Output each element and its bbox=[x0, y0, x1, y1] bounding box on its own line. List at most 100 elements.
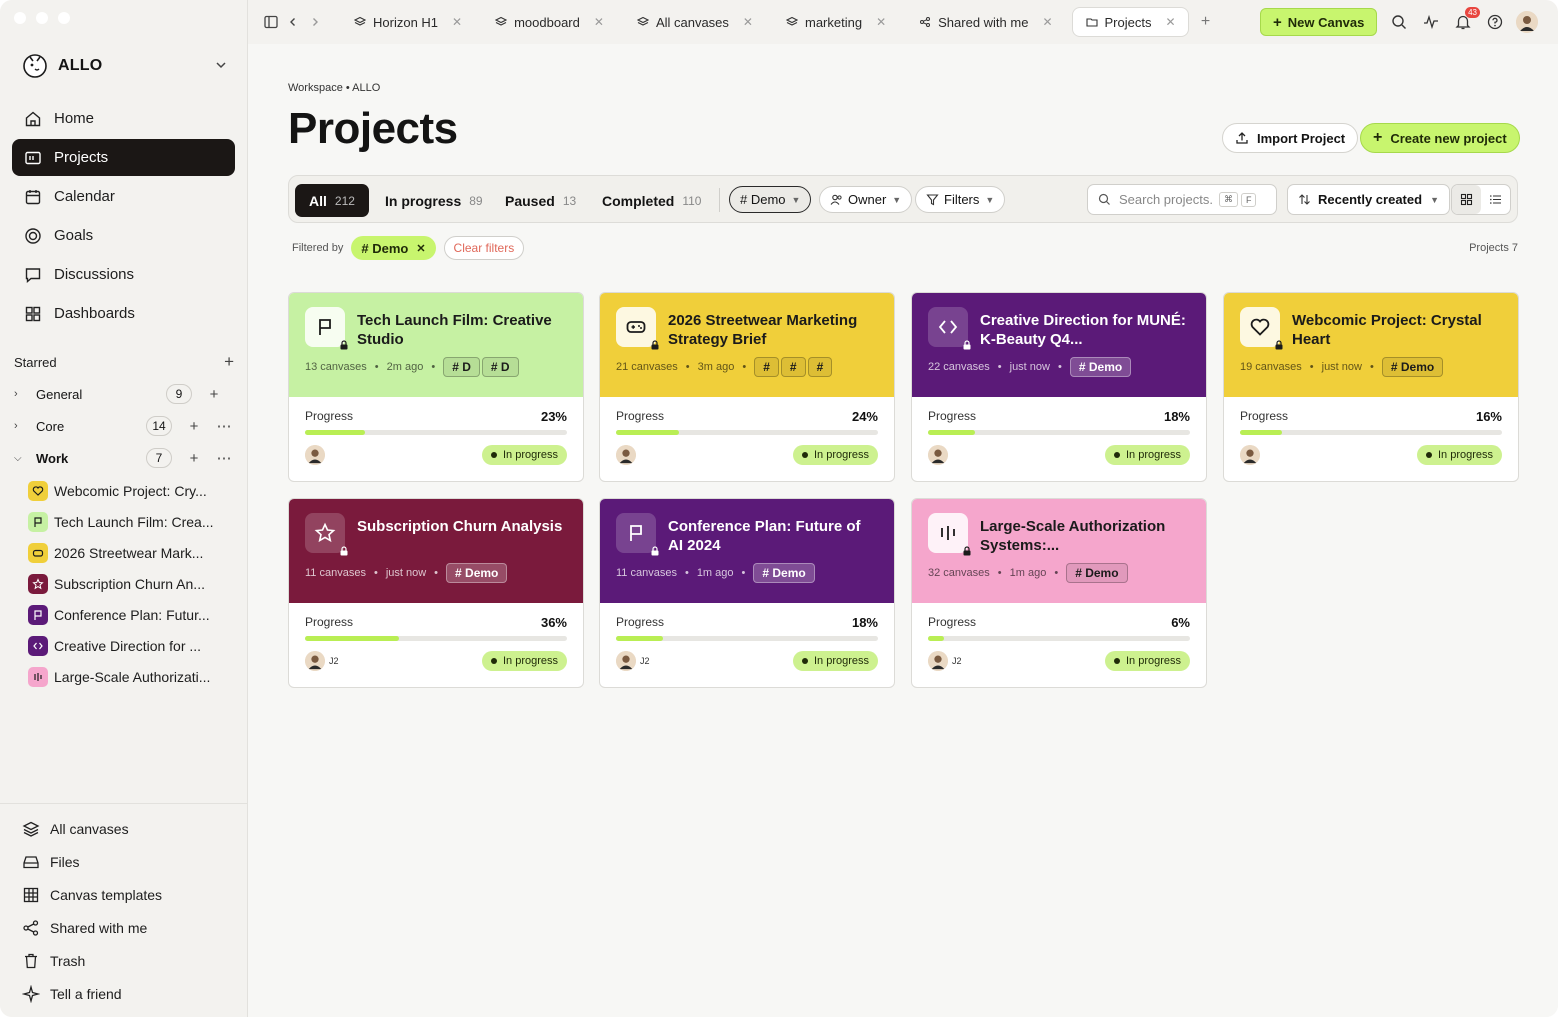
project-card[interactable]: Tech Launch Film: Creative Studio 13 can… bbox=[288, 292, 584, 482]
project-card[interactable]: Creative Direction for MUNÉ: K-Beauty Q4… bbox=[911, 292, 1207, 482]
sidebar-toggle-icon[interactable] bbox=[260, 11, 282, 33]
close-tab-icon[interactable]: ✕ bbox=[876, 15, 886, 29]
nav-item-discussions[interactable]: Discussions bbox=[12, 256, 235, 293]
add-starred-icon[interactable]: + bbox=[224, 352, 234, 372]
nav-item-home[interactable]: Home bbox=[12, 100, 235, 137]
status-badge[interactable]: In progress bbox=[481, 445, 567, 465]
project-card[interactable]: 2026 Streetwear Marketing Strategy Brief… bbox=[599, 292, 895, 482]
nav-item-goals[interactable]: Goals bbox=[12, 217, 235, 254]
owner-avatar[interactable] bbox=[1240, 445, 1260, 465]
maximize-window-button[interactable] bbox=[58, 12, 70, 24]
tab-horizon-h1[interactable]: Horizon H1 ✕ bbox=[340, 7, 475, 37]
starred-project-item[interactable]: Subscription Churn An... bbox=[28, 572, 228, 596]
clear-filters-button[interactable]: Clear filters bbox=[443, 236, 525, 260]
nav-item-canvas-templates[interactable]: Canvas templates bbox=[0, 878, 248, 911]
project-tag[interactable]: # Demo bbox=[1069, 357, 1132, 377]
status-badge[interactable]: In progress bbox=[481, 651, 567, 671]
add-icon[interactable]: + bbox=[186, 418, 202, 435]
status-badge[interactable]: In progress bbox=[792, 651, 878, 671]
starred-project-item[interactable]: Conference Plan: Futur... bbox=[28, 603, 228, 627]
owner-avatar[interactable] bbox=[928, 445, 948, 465]
sort-dropdown[interactable]: Recently created ▼ bbox=[1287, 184, 1450, 215]
search-icon[interactable] bbox=[1388, 11, 1410, 33]
starred-group-work[interactable]: ⌵ Work 7 + ⋯ bbox=[14, 446, 236, 470]
nav-item-files[interactable]: Files bbox=[0, 845, 248, 878]
nav-item-shared-with-me[interactable]: Shared with me bbox=[0, 911, 248, 944]
project-tag[interactable]: # bbox=[807, 357, 833, 377]
workspace-switcher[interactable]: ALLO bbox=[20, 50, 230, 82]
close-tab-icon[interactable]: ✕ bbox=[452, 15, 462, 29]
segment-paused[interactable]: Paused 13 bbox=[491, 184, 590, 217]
status-badge[interactable]: In progress bbox=[1416, 445, 1502, 465]
status-badge[interactable]: In progress bbox=[1104, 445, 1190, 465]
segment-in-progress[interactable]: In progress 89 bbox=[371, 184, 497, 217]
minimize-window-button[interactable] bbox=[36, 12, 48, 24]
demo-filter-chip[interactable]: # Demo ▼ bbox=[729, 186, 812, 213]
nav-item-calendar[interactable]: Calendar bbox=[12, 178, 235, 215]
activity-icon[interactable] bbox=[1420, 11, 1442, 33]
tab-marketing[interactable]: marketing ✕ bbox=[772, 7, 899, 37]
nav-item-projects[interactable]: Projects bbox=[12, 139, 235, 176]
project-card[interactable]: Webcomic Project: Crystal Heart 19 canva… bbox=[1223, 292, 1519, 482]
close-tab-icon[interactable]: ✕ bbox=[743, 15, 753, 29]
forward-icon[interactable] bbox=[304, 11, 326, 33]
list-view-icon[interactable] bbox=[1481, 185, 1510, 214]
nav-item-dashboards[interactable]: Dashboards bbox=[12, 295, 235, 332]
nav-item-all-canvases[interactable]: All canvases bbox=[0, 812, 248, 845]
starred-project-item[interactable]: Creative Direction for ... bbox=[28, 634, 228, 658]
close-tab-icon[interactable]: ✕ bbox=[1042, 15, 1052, 29]
close-icon[interactable]: ✕ bbox=[416, 242, 425, 255]
create-project-button[interactable]: + Create new project bbox=[1360, 123, 1520, 153]
tab-all-canvases[interactable]: All canvases ✕ bbox=[623, 7, 766, 37]
more-icon[interactable]: ⋯ bbox=[216, 449, 232, 467]
project-tag[interactable]: # Demo bbox=[1381, 357, 1444, 377]
import-project-button[interactable]: Import Project bbox=[1222, 123, 1359, 153]
back-icon[interactable] bbox=[282, 11, 304, 33]
starred-project-item[interactable]: 2026 Streetwear Mark... bbox=[28, 541, 228, 565]
owner-filter-chip[interactable]: Owner ▼ bbox=[819, 186, 913, 213]
project-tag[interactable]: # bbox=[754, 357, 779, 377]
project-card[interactable]: Conference Plan: Future of AI 2024 11 ca… bbox=[599, 498, 895, 688]
project-tag[interactable]: # bbox=[780, 357, 806, 377]
owner-avatar[interactable] bbox=[305, 651, 325, 671]
tab-projects[interactable]: Projects ✕ bbox=[1071, 7, 1189, 37]
user-avatar[interactable] bbox=[1516, 11, 1538, 33]
more-icon[interactable]: ⋯ bbox=[216, 417, 232, 435]
close-window-button[interactable] bbox=[14, 12, 26, 24]
starred-project-item[interactable]: Webcomic Project: Cry... bbox=[28, 479, 228, 503]
tab-moodboard[interactable]: moodboard ✕ bbox=[481, 7, 617, 37]
project-card[interactable]: Subscription Churn Analysis 11 canvases … bbox=[288, 498, 584, 688]
new-canvas-button[interactable]: + New Canvas bbox=[1260, 8, 1378, 36]
close-tab-icon[interactable]: ✕ bbox=[594, 15, 604, 29]
status-badge[interactable]: In progress bbox=[1104, 651, 1190, 671]
project-tag[interactable]: # D bbox=[481, 357, 519, 377]
tab-shared-with-me[interactable]: Shared with me ✕ bbox=[905, 7, 1065, 37]
project-tag[interactable]: # Demo bbox=[1066, 563, 1128, 583]
project-tag[interactable]: # D bbox=[443, 357, 480, 377]
grid-view-icon[interactable] bbox=[1452, 185, 1481, 214]
nav-item-tell-a-friend[interactable]: Tell a friend bbox=[0, 977, 248, 1010]
starred-group-general[interactable]: › General 9 + bbox=[14, 382, 236, 406]
starred-project-item[interactable]: Large-Scale Authorizati... bbox=[28, 665, 228, 689]
project-tag[interactable]: # Demo bbox=[446, 563, 508, 583]
owner-avatar[interactable] bbox=[305, 445, 325, 465]
filters-chip[interactable]: Filters ▼ bbox=[915, 186, 1006, 213]
project-card[interactable]: Large-Scale Authorization Systems:... 32… bbox=[911, 498, 1207, 688]
status-badge[interactable]: In progress bbox=[792, 445, 878, 465]
segment-completed[interactable]: Completed 110 bbox=[588, 184, 715, 217]
starred-project-item[interactable]: Tech Launch Film: Crea... bbox=[28, 510, 228, 534]
segment-all[interactable]: All 212 bbox=[295, 184, 369, 217]
new-tab-icon[interactable]: + bbox=[1195, 11, 1217, 33]
add-icon[interactable]: + bbox=[186, 450, 202, 467]
starred-group-core[interactable]: › Core 14 + ⋯ bbox=[14, 414, 236, 438]
search-input[interactable]: Search projects. ⌘ F bbox=[1087, 184, 1277, 215]
active-filter-chip[interactable]: # Demo ✕ bbox=[351, 236, 436, 260]
owner-avatar[interactable] bbox=[928, 651, 948, 671]
add-icon[interactable]: + bbox=[206, 386, 222, 403]
nav-item-trash[interactable]: Trash bbox=[0, 944, 248, 977]
help-icon[interactable] bbox=[1484, 11, 1506, 33]
close-tab-icon[interactable]: ✕ bbox=[1165, 15, 1175, 29]
project-tag[interactable]: # Demo bbox=[753, 563, 815, 583]
bell-icon[interactable]: 43 bbox=[1452, 7, 1480, 33]
owner-avatar[interactable] bbox=[616, 445, 636, 465]
